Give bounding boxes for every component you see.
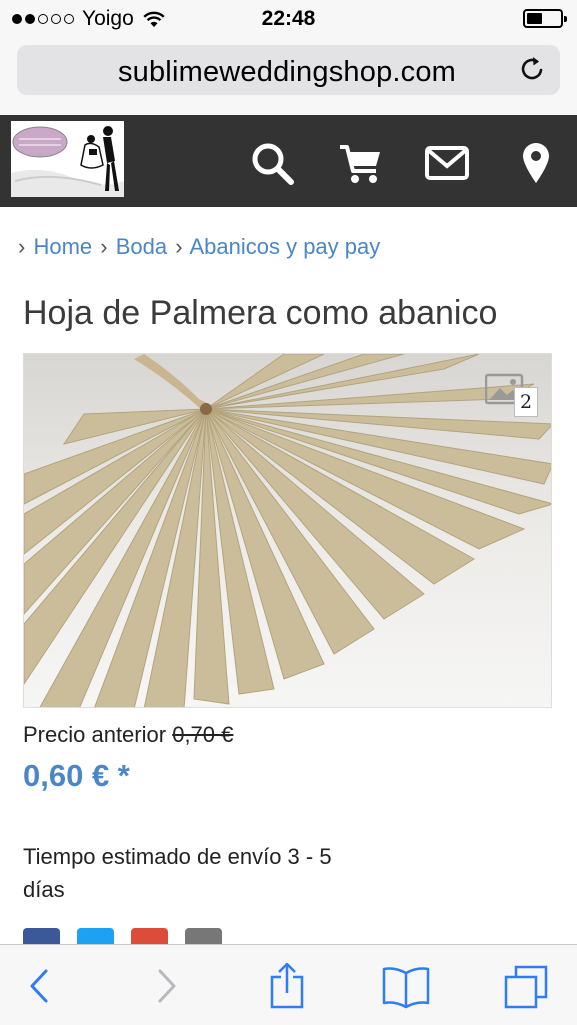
clock: 22:48 xyxy=(261,7,316,30)
shipping-line-1: Tiempo estimado de envío 3 - 5 xyxy=(23,844,332,869)
status-bar: Yoigo 22:48 xyxy=(0,0,577,38)
reload-icon[interactable] xyxy=(518,54,548,84)
old-price-label: Precio anterior xyxy=(23,722,167,747)
site-header xyxy=(0,115,577,207)
image-count-badge: 2 xyxy=(514,387,538,417)
old-price-row: Precio anterior 0,70 € xyxy=(23,722,233,748)
browser-chrome: sublimeweddingshop.com xyxy=(0,38,577,116)
breadcrumb-boda[interactable]: Boda xyxy=(116,234,167,259)
shipping-line-2: días xyxy=(23,877,65,902)
mail-icon[interactable] xyxy=(424,141,470,185)
site-logo[interactable] xyxy=(11,121,124,197)
browser-toolbar xyxy=(0,944,577,1025)
forward-icon[interactable] xyxy=(140,963,190,1009)
breadcrumb-abanicos[interactable]: Abanicos y pay pay xyxy=(189,234,380,259)
cart-icon[interactable] xyxy=(338,141,384,185)
back-icon[interactable] xyxy=(16,963,66,1009)
product-image[interactable]: 2 xyxy=(23,353,552,708)
address-bar[interactable]: sublimeweddingshop.com xyxy=(17,45,560,95)
breadcrumb: › Home › Boda › Abanicos y pay pay xyxy=(16,234,380,260)
breadcrumb-home[interactable]: Home xyxy=(33,234,92,259)
share-icon[interactable] xyxy=(262,963,312,1009)
breadcrumb-separator: › xyxy=(100,234,108,259)
breadcrumb-separator: › xyxy=(18,234,26,259)
location-pin-icon[interactable] xyxy=(513,141,559,185)
battery-icon xyxy=(523,9,567,28)
breadcrumb-separator: › xyxy=(175,234,183,259)
search-icon[interactable] xyxy=(250,141,296,185)
url-text[interactable]: sublimeweddingshop.com xyxy=(17,56,557,89)
current-price: 0,60 € * xyxy=(23,758,130,793)
old-price: 0,70 € xyxy=(172,722,234,747)
bookmarks-icon[interactable] xyxy=(381,963,431,1009)
product-title: Hoja de Palmera como abanico xyxy=(23,294,498,332)
tabs-icon[interactable] xyxy=(502,963,552,1009)
shipping-estimate: Tiempo estimado de envío 3 - 5 días xyxy=(23,840,383,906)
